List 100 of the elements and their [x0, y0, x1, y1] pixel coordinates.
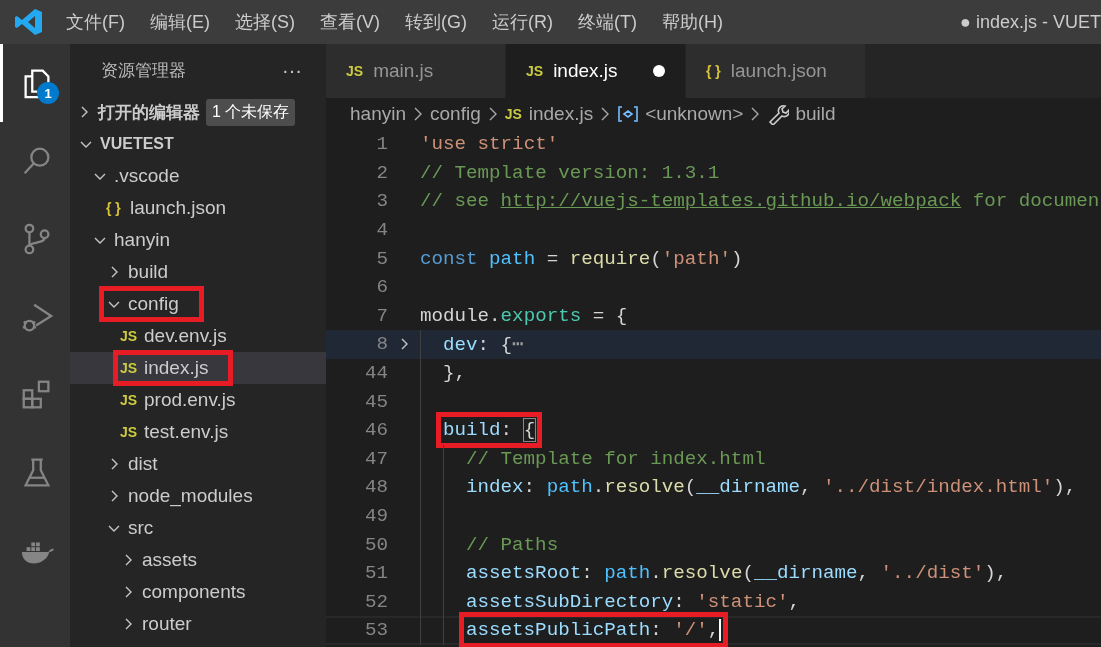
- menu-item[interactable]: 查看(V): [320, 10, 380, 34]
- editor-tab[interactable]: JS index.js: [506, 44, 686, 98]
- tree-label: router: [142, 613, 192, 635]
- tree-label: launch.json: [130, 197, 227, 219]
- tree-item[interactable]: router: [70, 608, 326, 640]
- panel-title: 资源管理器: [101, 59, 186, 82]
- line-number: 52: [363, 590, 388, 613]
- wrench-icon: [767, 103, 790, 125]
- tree-label: components: [142, 581, 246, 603]
- line-number: 5: [375, 247, 388, 270]
- line-number: 7: [375, 304, 388, 327]
- editor-tab[interactable]: { } launch.json: [686, 44, 866, 98]
- code-line: // Paths: [466, 533, 559, 556]
- breadcrumb-item[interactable]: index.js: [528, 103, 594, 125]
- tree-label: src: [128, 517, 154, 539]
- js-file-icon: JS: [120, 328, 138, 344]
- code-line: // Template version: 1.3.1: [420, 161, 720, 184]
- tree-item[interactable]: config: [70, 288, 326, 320]
- braces-icon: { }: [106, 200, 124, 216]
- editor-tab[interactable]: JS main.js: [326, 44, 506, 98]
- tree-label: test.env.js: [144, 421, 229, 443]
- js-file-icon: JS: [120, 424, 138, 440]
- code-line: const path = require('path'): [420, 247, 743, 270]
- line-number: 1: [375, 133, 388, 156]
- tree-label: index.js: [144, 357, 209, 379]
- tree-item[interactable]: JS test.env.js: [70, 416, 326, 448]
- line-number: 6: [375, 276, 388, 299]
- line-number: 53: [363, 619, 388, 642]
- menu-item[interactable]: 运行(R): [492, 10, 553, 34]
- tree-item[interactable]: components: [70, 576, 326, 608]
- menu-item[interactable]: 终端(T): [578, 10, 637, 34]
- unsaved-badge: 1 个未保存: [206, 98, 296, 126]
- tree-item[interactable]: JS index.js: [70, 352, 326, 384]
- text-cursor: [719, 619, 722, 642]
- menu-item[interactable]: 转到(G): [405, 10, 467, 34]
- tree-label: node_modules: [128, 485, 253, 507]
- tree-item[interactable]: VUETEST: [70, 128, 326, 160]
- section-title: 打开的编辑器: [98, 101, 200, 124]
- tree-label: .vscode: [114, 165, 180, 187]
- line-number: 46: [363, 419, 388, 442]
- menu-item[interactable]: 帮助(H): [661, 10, 723, 34]
- code-line: assetsSubDirectory: 'static',: [466, 590, 800, 613]
- js-file-icon: JS: [504, 106, 523, 122]
- line-number: 4: [375, 219, 388, 242]
- braces-icon: { }: [706, 63, 721, 79]
- tree-item[interactable]: node_modules: [70, 480, 326, 512]
- breadcrumb-item[interactable]: hanyin: [350, 103, 406, 125]
- tree-item[interactable]: { } launch.json: [70, 192, 326, 224]
- line-number: 47: [363, 447, 388, 470]
- tree-item[interactable]: .vscode: [70, 160, 326, 192]
- breadcrumb-item[interactable]: build: [795, 103, 836, 125]
- tree-label: VUETEST: [100, 135, 174, 153]
- section-header[interactable]: 打开的编辑器 1 个未保存: [70, 96, 326, 128]
- js-file-icon: JS: [120, 360, 138, 376]
- line-number: 2: [375, 161, 388, 184]
- count-badge: 1: [37, 82, 59, 104]
- app-logo: [14, 7, 44, 37]
- more-actions-button[interactable]: ···: [282, 58, 302, 82]
- unsaved-dot-icon: [653, 65, 665, 77]
- line-number: 51: [363, 562, 388, 585]
- code-line: index: path.resolve(__dirname, '../dist/index.html'),: [466, 476, 1077, 499]
- tree-label: dev.env.js: [144, 325, 227, 347]
- tree-item[interactable]: build: [70, 256, 326, 288]
- line-number: 3: [375, 190, 388, 213]
- code-line: // see http://vuejs-templates.github.io/webpack for documen: [420, 190, 1100, 213]
- tree-label: assets: [142, 549, 197, 571]
- menu-item[interactable]: 文件(F): [66, 10, 125, 34]
- js-file-icon: JS: [526, 63, 544, 79]
- code-line: assetsRoot: path.resolve(__dirname, '../dist'),: [466, 562, 1008, 585]
- line-number: 48: [363, 476, 388, 499]
- tree-item[interactable]: hanyin: [70, 224, 326, 256]
- js-file-icon: JS: [346, 63, 364, 79]
- menu-item[interactable]: 编辑(E): [150, 10, 210, 34]
- tree-label: hanyin: [114, 229, 170, 251]
- breadcrumb-item[interactable]: config: [430, 103, 481, 125]
- line-number: 44: [363, 362, 388, 385]
- line-number: 50: [363, 533, 388, 556]
- code-line: },: [443, 362, 467, 385]
- tree-item[interactable]: src: [70, 512, 326, 544]
- chevron-right-icon: [412, 106, 424, 122]
- tree-label: build: [128, 261, 169, 283]
- line-number: 45: [363, 390, 388, 413]
- tree-label: dist: [128, 453, 158, 475]
- tree-item[interactable]: dist: [70, 448, 326, 480]
- js-file-icon: JS: [120, 392, 138, 408]
- symbol-icon: [617, 105, 640, 123]
- line-number: 8: [375, 333, 388, 356]
- tree-item[interactable]: JS prod.env.js: [70, 384, 326, 416]
- line-number: 49: [363, 505, 388, 527]
- tree-item[interactable]: assets: [70, 544, 326, 576]
- code-line: dev: {⋯: [443, 333, 524, 357]
- code-line: // Template for index.html: [466, 447, 766, 470]
- menu-item[interactable]: 选择(S): [235, 10, 295, 34]
- tree-label: config: [128, 293, 179, 315]
- tree-label: prod.env.js: [144, 389, 236, 411]
- tree-item[interactable]: JS dev.env.js: [70, 320, 326, 352]
- code-line: module.exports = {: [420, 304, 628, 327]
- code-line: 'use strict': [420, 133, 559, 156]
- window-title: ● index.js - VUET: [959, 11, 1101, 33]
- breadcrumb-item[interactable]: <unknown>: [645, 103, 744, 125]
